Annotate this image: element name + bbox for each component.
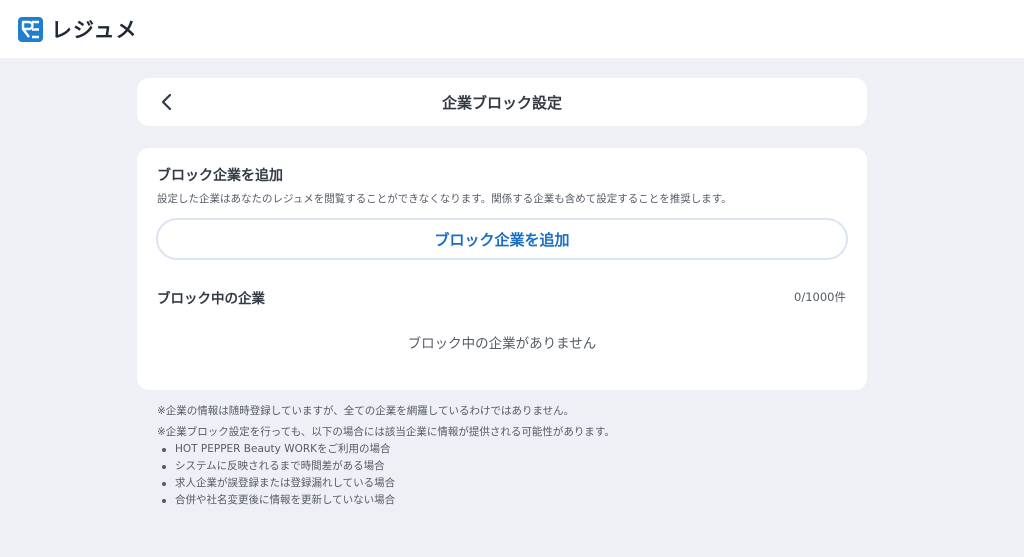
add-section-heading: ブロック企業を追加 <box>157 168 283 184</box>
blocked-count: 0/1000件 <box>794 290 846 304</box>
top-bar: レジュメ <box>0 0 1024 58</box>
resume-logo-icon <box>18 16 43 42</box>
add-blocked-company-button[interactable]: ブロック企業を追加 <box>156 218 848 260</box>
list-item: HOT PEPPER Beauty WORKをご利用の場合 <box>157 441 857 458</box>
blocked-companies-heading: ブロック中の企業 <box>157 291 265 307</box>
bullet-icon <box>162 499 166 503</box>
note-coverage: ※企業の情報は随時登録していますが、全ての企業を網羅しているわけではありません。 <box>157 405 575 417</box>
list-item: 合併や社名変更後に情報を更新していない場合 <box>157 492 857 509</box>
bullet-icon <box>162 482 166 486</box>
back-button[interactable] <box>155 90 179 114</box>
bullet-icon <box>162 448 166 452</box>
list-item-text: システムに反映されるまで時間差がある場合 <box>175 460 385 472</box>
exceptions-list: HOT PEPPER Beauty WORKをご利用の場合 システムに反映される… <box>157 441 857 509</box>
list-item-text: 合併や社名変更後に情報を更新していない場合 <box>175 494 396 506</box>
list-item-text: 求人企業が誤登録または登録漏れしている場合 <box>175 477 396 489</box>
page-title: 企業ブロック設定 <box>441 93 562 112</box>
list-item: 求人企業が誤登録または登録漏れしている場合 <box>157 475 857 492</box>
notes: ※企業の情報は随時登録していますが、全ての企業を網羅しているわけではありません。… <box>157 403 857 509</box>
logo[interactable]: レジュメ <box>18 14 138 44</box>
add-section-description: 設定した企業はあなたのレジュメを閲覧することができなくなります。関係する企業も含… <box>157 193 732 205</box>
empty-state-message: ブロック中の企業がありません <box>407 336 597 352</box>
title-card: 企業ブロック設定 <box>137 78 867 126</box>
list-item: システムに反映されるまで時間差がある場合 <box>157 458 857 475</box>
note-exceptions: ※企業ブロック設定を行っても、以下の場合には該当企業に情報が提供される可能性があ… <box>157 426 615 438</box>
logo-text: レジュメ <box>51 18 138 42</box>
list-item-text: HOT PEPPER Beauty WORKをご利用の場合 <box>175 443 391 455</box>
block-settings-card: ブロック企業を追加 設定した企業はあなたのレジュメを閲覧することができなくなりま… <box>137 148 867 390</box>
bullet-icon <box>162 465 166 469</box>
chevron-left-icon <box>161 93 172 111</box>
